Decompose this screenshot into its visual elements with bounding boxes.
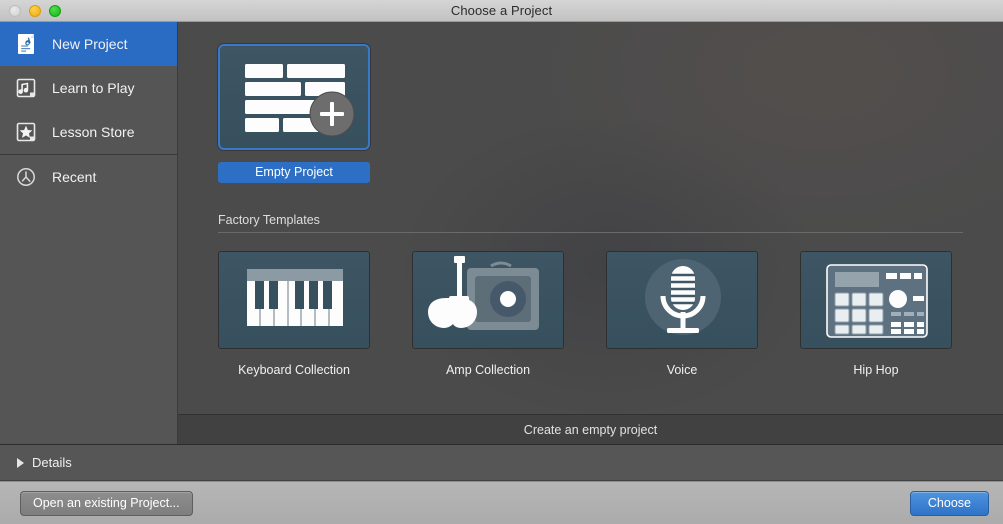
content-panel: Empty Project Factory Templates Keyboard… [178, 22, 1003, 444]
piano-keyboard-icon [247, 269, 343, 326]
star-icon [13, 121, 39, 143]
template-card-voice[interactable]: Voice [606, 251, 758, 377]
template-card-hip-hop[interactable]: Hip Hop [800, 251, 952, 377]
regions-plus-icon [245, 64, 355, 137]
template-label: Keyboard Collection [238, 363, 350, 377]
sidebar-item-new-project[interactable]: New Project [0, 22, 177, 66]
minimize-button[interactable] [29, 4, 41, 17]
template-tile[interactable] [606, 251, 758, 349]
sidebar: New Project Learn to Play Lesson Store R… [0, 22, 178, 444]
section-divider [218, 232, 963, 233]
status-text: Create an empty project [523, 422, 658, 437]
status-bar: Create an empty project [178, 414, 1003, 444]
empty-project-tile[interactable] [218, 44, 370, 150]
template-card-keyboard-collection[interactable]: Keyboard Collection [218, 251, 370, 377]
traffic-lights [0, 4, 61, 17]
factory-templates-title: Factory Templates [218, 213, 320, 227]
template-label: Hip Hop [853, 363, 899, 377]
drum-machine-icon [826, 264, 928, 338]
guitar-amp-icon [428, 256, 539, 330]
factory-templates-grid: Keyboard Collection Amp Collection Voice… [218, 251, 1003, 377]
empty-project-label: Empty Project [218, 162, 370, 183]
template-tile[interactable] [412, 251, 564, 349]
template-browser: Empty Project Factory Templates Keyboard… [178, 22, 1003, 414]
sidebar-item-label: New Project [52, 36, 128, 52]
choose-a-project-dialog: Choose a Project New Project Learn to Pl… [0, 0, 1003, 524]
sidebar-item-label: Lesson Store [52, 124, 135, 140]
sidebar-item-label: Recent [52, 169, 97, 185]
factory-templates-header: Factory Templates [218, 213, 1003, 233]
maximize-button[interactable] [49, 4, 61, 17]
window-titlebar: Choose a Project [0, 0, 1003, 22]
sidebar-item-lesson-store[interactable]: Lesson Store [0, 110, 177, 154]
open-existing-project-button[interactable]: Open an existing Project... [20, 490, 193, 516]
window-title: Choose a Project [450, 3, 553, 18]
template-label: Voice [666, 363, 698, 377]
template-tile[interactable] [800, 251, 952, 349]
music-note-icon [13, 77, 39, 99]
clock-icon [13, 166, 39, 188]
close-button[interactable] [9, 4, 21, 17]
microphone-icon [645, 259, 721, 335]
triangle-right-icon[interactable] [17, 457, 24, 468]
empty-project-item[interactable]: Empty Project [218, 44, 370, 183]
choose-button[interactable]: Choose [909, 490, 989, 516]
sidebar-item-recent[interactable]: Recent [0, 155, 177, 199]
dialog-footer: Open an existing Project... Choose [0, 481, 1003, 524]
template-card-amp-collection[interactable]: Amp Collection [412, 251, 564, 377]
sidebar-item-learn-to-play[interactable]: Learn to Play [0, 66, 177, 110]
details-label: Details [32, 455, 72, 470]
guitar-document-icon [13, 33, 39, 55]
template-label: Amp Collection [445, 363, 531, 377]
dialog-body: New Project Learn to Play Lesson Store R… [0, 22, 1003, 444]
sidebar-item-label: Learn to Play [52, 80, 135, 96]
template-tile[interactable] [218, 251, 370, 349]
details-disclosure[interactable]: Details [0, 444, 1003, 481]
